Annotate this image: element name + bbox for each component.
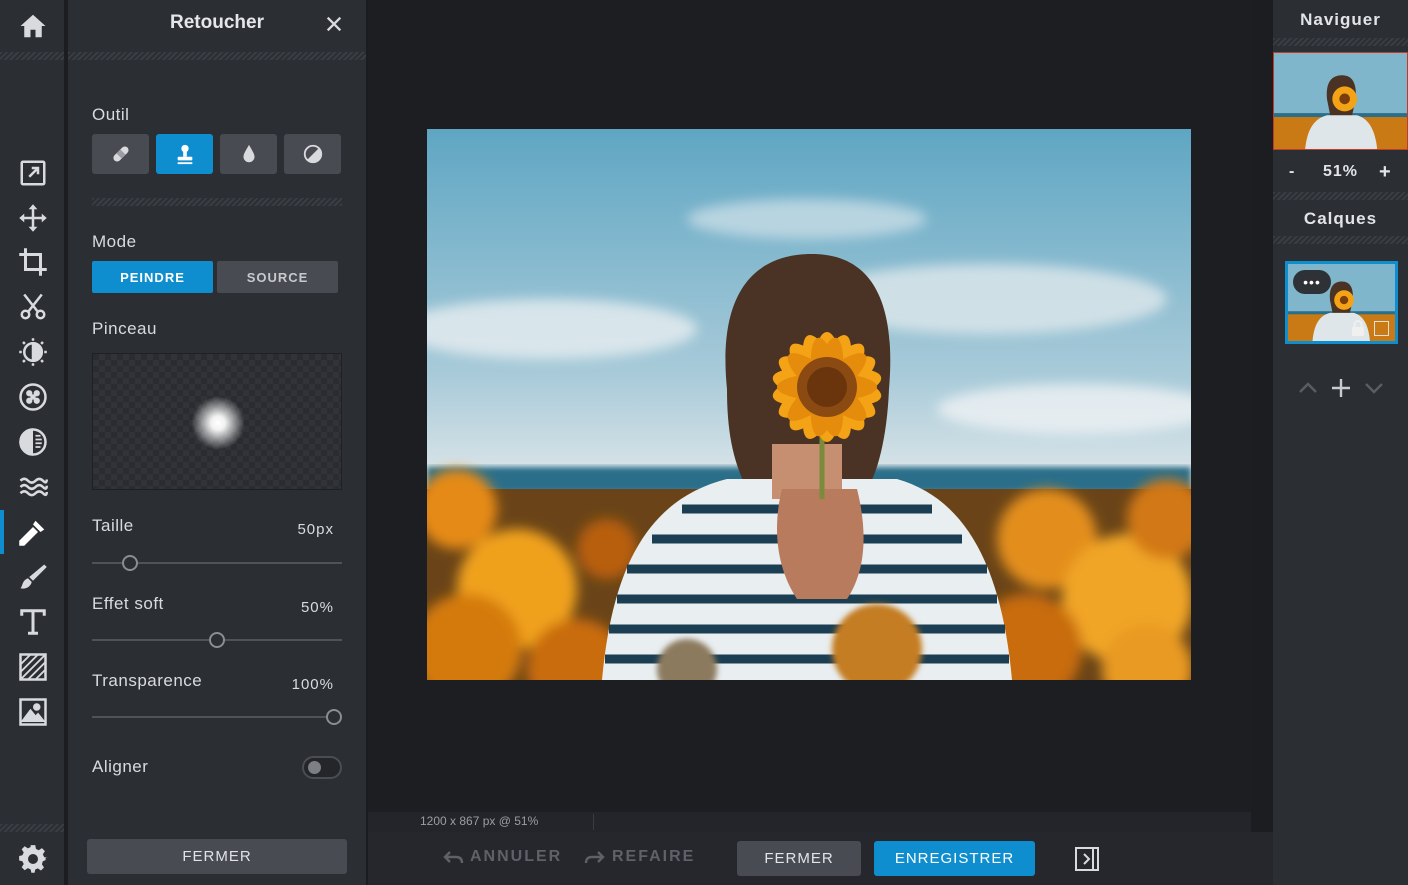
contrast-icon: [303, 144, 322, 164]
settings-icon[interactable]: [14, 840, 52, 878]
divider: [1273, 236, 1408, 244]
divider: [68, 52, 366, 60]
tool-sidebar: [0, 0, 66, 885]
size-slider[interactable]: [92, 555, 342, 571]
mode-toggle: PEINDRE SOURCE: [92, 261, 338, 293]
bandage-icon: [112, 146, 129, 162]
clone-tool-button[interactable]: [156, 134, 213, 174]
brush-dot: [191, 396, 245, 450]
heal-tool-button[interactable]: [92, 134, 149, 174]
retouch-icon[interactable]: [14, 513, 52, 551]
undo-icon: [443, 851, 464, 864]
photo-canvas[interactable]: [427, 129, 1191, 680]
filters-icon[interactable]: [14, 378, 52, 416]
drop-icon: [243, 144, 254, 163]
source-mode-button[interactable]: SOURCE: [217, 261, 338, 293]
vignette-icon[interactable]: [14, 423, 52, 461]
text-icon[interactable]: [14, 603, 52, 641]
soft-label: Effet soft: [92, 594, 164, 613]
slider-track: [92, 716, 342, 718]
photo-editor: Retoucher Outil Mode PEINDRE SOURCE Pinc…: [0, 0, 1408, 885]
right-panel: Naviguer - 51% + Calques •••: [1273, 0, 1408, 885]
divider: [92, 198, 342, 206]
panel-close-button[interactable]: FERMER: [87, 839, 347, 874]
slider-knob[interactable]: [326, 709, 342, 725]
chevron-down-icon[interactable]: [1362, 376, 1386, 400]
redo-button[interactable]: REFAIRE: [584, 848, 695, 866]
paint-mode-button[interactable]: PEINDRE: [92, 261, 213, 293]
opacity-label: Transparence: [92, 671, 203, 690]
brush-preview: [92, 353, 342, 490]
size-label: Taille: [92, 516, 134, 535]
canvas-area[interactable]: [368, 0, 1251, 812]
brush-icon[interactable]: [14, 558, 52, 596]
bottom-bar: ANNULER REFAIRE FERMER ENREGISTRER: [368, 832, 1273, 885]
slider-knob[interactable]: [122, 555, 138, 571]
active-tool-marker: [0, 510, 4, 554]
brush-label: Pinceau: [92, 319, 157, 338]
divider: [0, 52, 64, 60]
stamp-icon: [177, 144, 192, 165]
zoom-out-button[interactable]: -: [1289, 163, 1294, 181]
divider: [0, 824, 64, 832]
home-icon[interactable]: [14, 7, 52, 45]
image-info: 1200 x 867 px @ 51%: [420, 814, 539, 828]
tool-group: [92, 134, 341, 174]
align-label: Aligner: [92, 757, 149, 776]
undo-button[interactable]: ANNULER: [442, 848, 562, 866]
tool-label: Outil: [92, 105, 130, 124]
adjust-icon[interactable]: [14, 333, 52, 371]
layer-options-button[interactable]: •••: [1293, 270, 1331, 294]
opacity-value: 100%: [291, 676, 334, 693]
sunflower-photo: [427, 129, 1191, 680]
navigator-title: Naviguer: [1300, 10, 1381, 29]
soft-value: 50%: [300, 599, 334, 616]
thumbnail-image: [1274, 53, 1407, 149]
mode-label: Mode: [92, 232, 137, 251]
add-layer-icon[interactable]: [1329, 376, 1353, 400]
status-bar: 1200 x 867 px @ 51%: [368, 812, 1251, 832]
slider-knob[interactable]: [209, 632, 225, 648]
close-button[interactable]: FERMER: [737, 841, 861, 876]
crop-icon[interactable]: [14, 243, 52, 281]
save-button[interactable]: ENREGISTRER: [874, 841, 1035, 876]
zoom-in-button[interactable]: +: [1379, 161, 1391, 184]
layer-thumbnail[interactable]: •••: [1285, 261, 1398, 344]
align-toggle[interactable]: [302, 756, 342, 779]
toggle-knob: [308, 761, 321, 774]
zoom-control: - 51% +: [1273, 161, 1408, 187]
dodge-tool-button[interactable]: [284, 134, 341, 174]
chevron-up-icon[interactable]: [1296, 376, 1320, 400]
waves-icon[interactable]: [14, 468, 52, 506]
resize-icon[interactable]: [14, 154, 52, 192]
divider: [1273, 192, 1408, 200]
divider: [593, 814, 594, 830]
redo-label: REFAIRE: [612, 848, 696, 865]
close-icon[interactable]: [322, 12, 346, 36]
opacity-slider[interactable]: [92, 709, 342, 725]
layers-title: Calques: [1303, 209, 1378, 228]
size-value: 50px: [297, 521, 334, 538]
divider: [1273, 38, 1408, 46]
navigator-thumbnail[interactable]: [1273, 52, 1408, 150]
undo-label: ANNULER: [470, 848, 563, 865]
soft-slider[interactable]: [92, 632, 342, 648]
image-icon[interactable]: [14, 693, 52, 731]
texture-icon[interactable]: [14, 648, 52, 686]
lock-icon[interactable]: [1350, 320, 1366, 336]
redo-icon: [584, 851, 605, 864]
panel-toggle-icon[interactable]: [1074, 846, 1100, 872]
move-icon[interactable]: [14, 199, 52, 237]
scissors-icon[interactable]: [14, 288, 52, 326]
retouch-panel: Retoucher Outil Mode PEINDRE SOURCE Pinc…: [68, 0, 366, 885]
layer-visibility-checkbox[interactable]: [1374, 321, 1389, 336]
blur-tool-button[interactable]: [220, 134, 277, 174]
zoom-value: 51%: [1323, 163, 1359, 180]
